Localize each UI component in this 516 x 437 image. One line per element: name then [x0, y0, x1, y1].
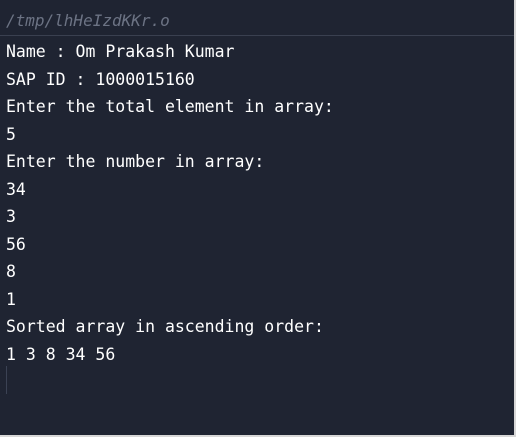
output-line-sorted-result: 1 3 8 34 56 [6, 344, 116, 364]
output-line-input-number: 56 [6, 234, 26, 254]
output-line-input-total: 5 [6, 124, 16, 144]
output-lines: Name : Om Prakash Kumar SAP ID : 1000015… [6, 38, 334, 368]
output-line-input-number: 8 [6, 262, 16, 281]
output-line-sap-id: SAP ID : 1000015160 [6, 69, 195, 89]
text-cursor [6, 366, 7, 394]
terminal-output-panel[interactable]: /tmp/lhHeIzdKKr.o Name : Om Prakash Kuma… [0, 0, 516, 437]
output-line-input-number: 1 [6, 289, 16, 309]
divider [0, 35, 514, 36]
output-line-sorted-heading: Sorted array in ascending order: [6, 317, 324, 336]
output-line-input-number: 34 [6, 179, 26, 199]
output-line-prompt-numbers: Enter the number in array: [6, 152, 265, 171]
output-line-name: Name : Om Prakash Kumar [6, 42, 235, 61]
output-line-prompt-total: Enter the total element in array: [6, 97, 334, 116]
output-line-input-number: 3 [6, 207, 16, 226]
executable-path: /tmp/lhHeIzdKKr.o [6, 11, 170, 30]
